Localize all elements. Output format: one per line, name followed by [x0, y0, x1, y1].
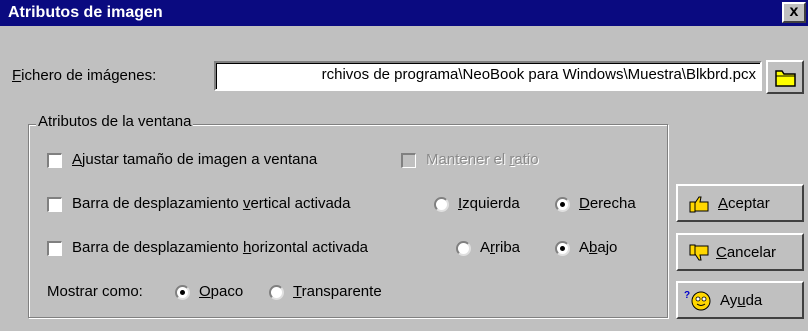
opaque-label: Opaco: [199, 283, 244, 300]
help-button[interactable]: ? Ayuda: [676, 281, 804, 319]
folder-icon: [775, 70, 796, 87]
window-title: Atributos de imagen: [8, 4, 163, 21]
thumbs-up-icon: [689, 196, 709, 213]
vscroll-right-radio[interactable]: [555, 197, 570, 212]
fit-image-label: Ajustar tamaño de imagen a ventana: [72, 151, 318, 168]
browse-button[interactable]: [766, 60, 804, 94]
vscroll-left-radio[interactable]: [434, 197, 449, 212]
horizontal-scrollbar-label: Barra de desplazamiento horizontal activ…: [72, 239, 369, 256]
accept-label: Aceptar: [718, 195, 770, 212]
hscroll-bottom-radio[interactable]: [555, 241, 570, 256]
vertical-scrollbar-checkbox[interactable]: [47, 197, 62, 212]
hscroll-bottom-label: Abajo: [579, 239, 618, 256]
vscroll-right-label: Derecha: [579, 195, 636, 212]
close-button[interactable]: x: [782, 2, 806, 23]
file-path-input[interactable]: rchivos de programa\NeoBook para Windows…: [214, 61, 762, 91]
transparent-label: Transparente: [293, 283, 382, 300]
group-title: Atributos de la ventana: [36, 113, 194, 130]
accept-button[interactable]: Aceptar: [676, 184, 804, 222]
help-face-icon: ?: [684, 290, 711, 311]
transparent-radio[interactable]: [269, 285, 284, 300]
help-label: Ayuda: [720, 292, 763, 309]
thumbs-down-icon: [689, 244, 709, 261]
show-as-label: Mostrar como:: [47, 283, 143, 300]
file-path-value: rchivos de programa\NeoBook para Windows…: [321, 66, 756, 83]
keep-ratio-label: Mantener el ratio: [426, 151, 539, 168]
cancel-button[interactable]: Cancelar: [676, 233, 804, 271]
svg-text:?: ?: [684, 290, 690, 301]
horizontal-scrollbar-checkbox[interactable]: [47, 241, 62, 256]
keep-ratio-checkbox[interactable]: [401, 153, 416, 168]
title-bar: Atributos de imagen x: [0, 0, 808, 26]
file-label: Fichero de imágenes:: [12, 67, 157, 84]
vscroll-left-label: Izquierda: [458, 195, 520, 212]
opaque-radio[interactable]: [175, 285, 190, 300]
vertical-scrollbar-label: Barra de desplazamiento vertical activad…: [72, 195, 351, 212]
hscroll-top-radio[interactable]: [456, 241, 471, 256]
hscroll-top-label: Arriba: [480, 239, 521, 256]
cancel-label: Cancelar: [716, 244, 777, 261]
fit-image-checkbox[interactable]: [47, 153, 62, 168]
